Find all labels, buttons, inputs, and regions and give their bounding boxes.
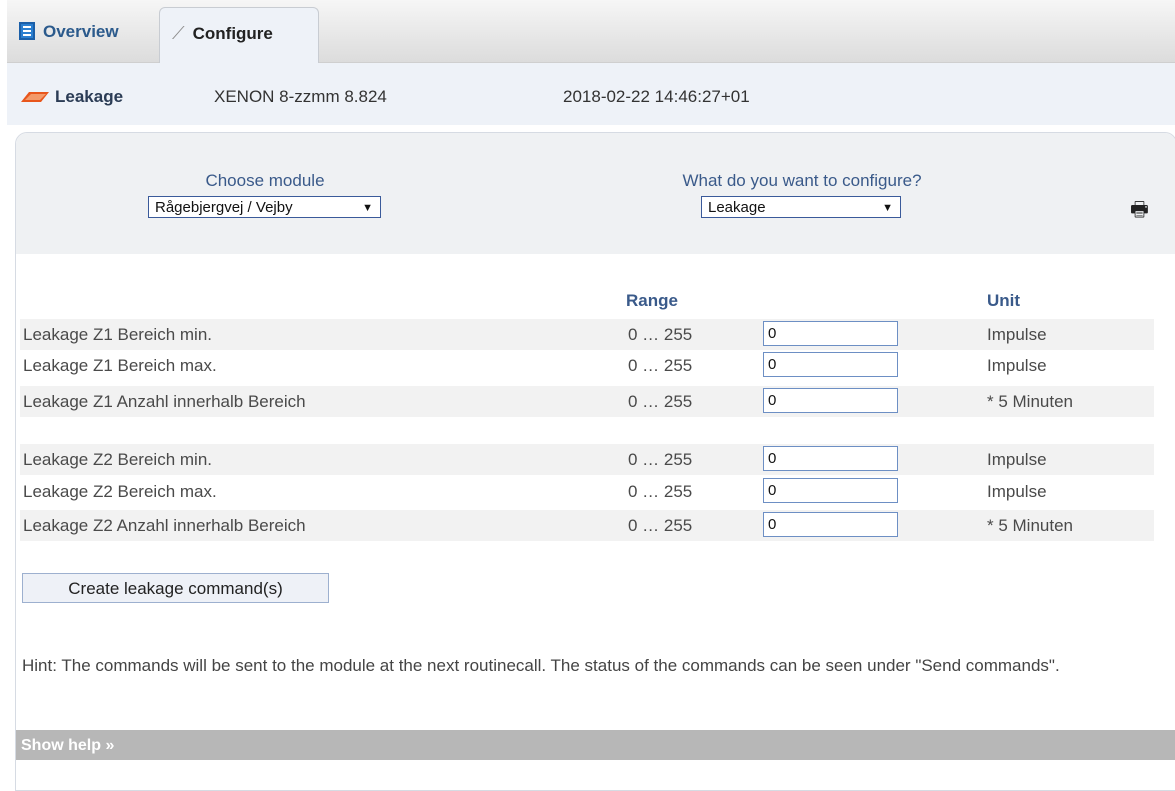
- param-unit: Impulse: [987, 325, 1047, 344]
- param-range: 0 … 255: [628, 482, 693, 501]
- tab-configure-label: Configure: [192, 24, 273, 43]
- param-unit: * 5 Minuten: [987, 516, 1073, 535]
- tab-overview-label: Overview: [43, 22, 119, 41]
- configure-type-value: Leakage: [708, 199, 766, 216]
- param-input[interactable]: [763, 512, 898, 537]
- timestamp: 2018-02-22 14:46:27+01: [563, 87, 750, 106]
- param-range: 0 … 255: [628, 325, 693, 344]
- param-label: Leakage Z2 Anzahl innerhalb Bereich: [23, 516, 306, 535]
- param-unit: Impulse: [987, 356, 1047, 375]
- tab-configure[interactable]: ⟋ Configure: [159, 7, 319, 64]
- param-range: 0 … 255: [628, 516, 693, 535]
- param-unit: * 5 Minuten: [987, 392, 1073, 411]
- module-name: Leakage: [55, 87, 124, 106]
- module-header: Leakage XENON 8-zzmm 8.824 2018-02-22 14…: [7, 63, 1175, 125]
- range-header: Range: [626, 291, 678, 310]
- param-range: 0 … 255: [628, 450, 693, 469]
- tab-bar: Overview ⟋ Configure: [7, 0, 1175, 64]
- choose-module-label: Choose module: [205, 171, 325, 190]
- dropdown-arrow-icon: ▼: [882, 202, 893, 214]
- param-range: 0 … 255: [628, 356, 693, 375]
- param-input[interactable]: [763, 478, 898, 503]
- config-panel: Choose module Rågebjergvej / Vejby ▼ Wha…: [15, 132, 1175, 791]
- table-row: Leakage Z1 Anzahl innerhalb Bereich 0 … …: [20, 386, 1154, 417]
- param-range: 0 … 255: [628, 392, 693, 411]
- wrench-icon: ⟋: [172, 22, 185, 43]
- module-select[interactable]: Rågebjergvej / Vejby ▼: [148, 196, 381, 218]
- dropdown-arrow-icon: ▼: [362, 202, 373, 214]
- param-input[interactable]: [763, 388, 898, 413]
- module-select-value: Rågebjergvej / Vejby: [155, 199, 293, 216]
- configure-type-select[interactable]: Leakage ▼: [701, 196, 901, 218]
- table-row: Leakage Z2 Anzahl innerhalb Bereich 0 … …: [20, 510, 1154, 541]
- param-label: Leakage Z2 Bereich min.: [23, 450, 212, 469]
- table-row: Leakage Z2 Bereich max. 0 … 255 Impulse: [20, 476, 1154, 507]
- table-row: Leakage Z1 Bereich min. 0 … 255 Impulse: [20, 319, 1154, 350]
- param-unit: Impulse: [987, 482, 1047, 501]
- device-name: XENON 8-zzmm 8.824: [214, 87, 387, 106]
- unit-header: Unit: [987, 291, 1021, 310]
- table-row: Leakage Z2 Bereich min. 0 … 255 Impulse: [20, 444, 1154, 475]
- selector-area: Choose module Rågebjergvej / Vejby ▼ Wha…: [16, 133, 1175, 254]
- param-input[interactable]: [763, 321, 898, 346]
- leakage-icon: [21, 92, 49, 102]
- tab-overview[interactable]: Overview: [19, 12, 119, 48]
- document-icon: [19, 21, 35, 40]
- param-label: Leakage Z1 Anzahl innerhalb Bereich: [23, 392, 306, 411]
- create-leakage-command-button[interactable]: Create leakage command(s): [22, 573, 329, 603]
- printer-icon[interactable]: 🖶: [1130, 195, 1149, 229]
- configure-type-label: What do you want to configure?: [682, 171, 922, 190]
- table-row: Leakage Z1 Bereich max. 0 … 255 Impulse: [20, 350, 1154, 381]
- param-input[interactable]: [763, 446, 898, 471]
- param-label: Leakage Z2 Bereich max.: [23, 482, 217, 501]
- hint-text: Hint: The commands will be sent to the m…: [22, 656, 1060, 675]
- param-input[interactable]: [763, 352, 898, 377]
- param-unit: Impulse: [987, 450, 1047, 469]
- show-help-link[interactable]: Show help »: [16, 730, 1175, 760]
- param-label: Leakage Z1 Bereich max.: [23, 356, 217, 375]
- param-label: Leakage Z1 Bereich min.: [23, 325, 212, 344]
